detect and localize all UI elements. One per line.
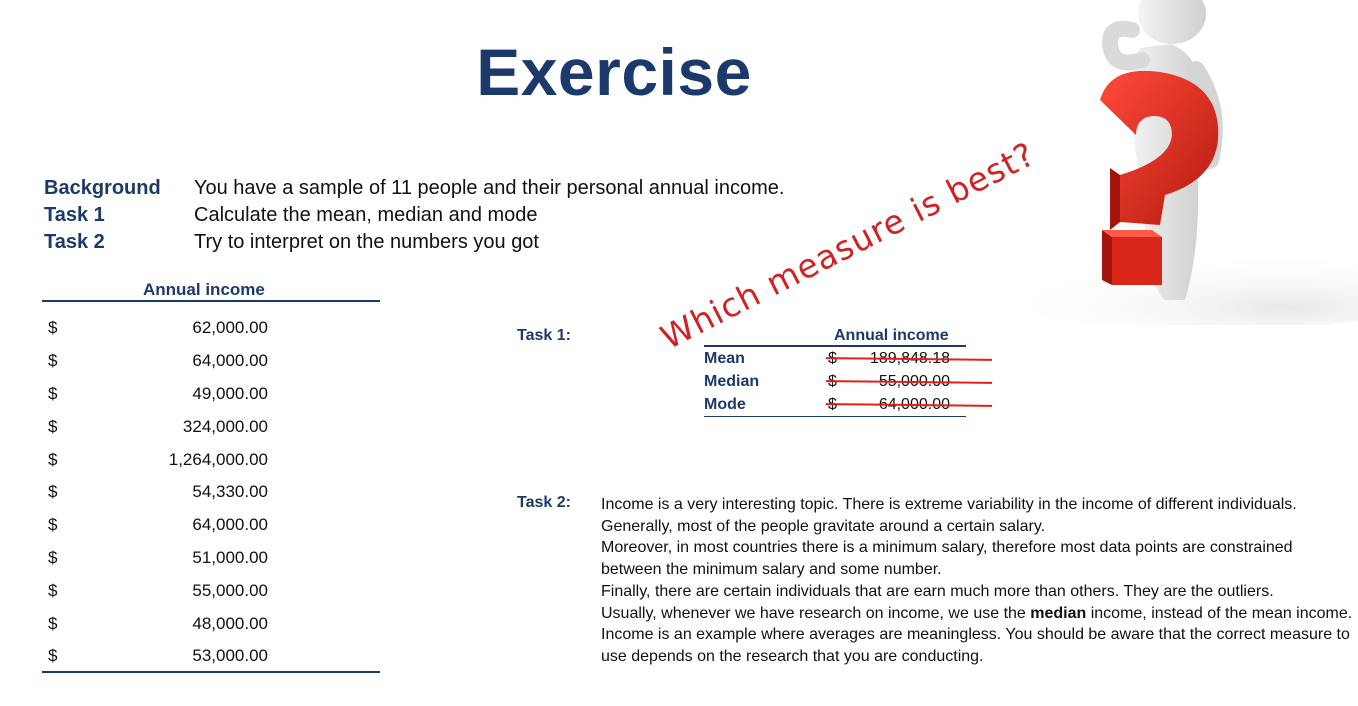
currency-symbol: $ (48, 515, 58, 535)
intro-label: Background (44, 177, 161, 199)
currency-symbol: $ (48, 613, 58, 633)
table-row: $64,000.00 (42, 345, 380, 378)
currency-symbol: $ (48, 547, 58, 567)
income-value: 54,330.00 (192, 482, 268, 502)
table-row: $62,000.00 (42, 312, 380, 345)
stat-name: Mean (704, 349, 745, 367)
income-value: 55,000.00 (192, 580, 268, 600)
table-row: $55,000.00 (42, 574, 380, 607)
currency-symbol: $ (48, 383, 58, 403)
income-value: 62,000.00 (192, 318, 268, 338)
income-value: 53,000.00 (192, 646, 268, 666)
table-row: $53,000.00 (42, 640, 380, 673)
stats-table-bottom-rule (704, 416, 966, 417)
income-value: 64,000.00 (192, 515, 268, 535)
income-table-header: Annual income (42, 280, 380, 302)
income-value: 1,264,000.00 (168, 449, 268, 469)
table-row: $1,264,000.00 (42, 443, 380, 476)
table-row: $64,000.00 (42, 509, 380, 542)
stats-rows: Mean $189,848.18 Median $55,000.00 Mode $64,0… (704, 347, 993, 416)
income-rows: $62,000.00 $64,000.00 $49,000.00 $324,000.0… (42, 312, 380, 673)
task2-paragraph: Generally, most of the people gravitate … (601, 517, 1046, 535)
intro-label: Task 1 (44, 204, 105, 226)
stat-name: Median (704, 372, 760, 390)
currency-symbol: $ (48, 646, 58, 666)
task2-text-span: Usually, whenever we have research on in… (601, 604, 1031, 622)
intro-row-task1: Task 1 Calculate the mean, median and mo… (44, 202, 784, 229)
currency-symbol: $ (48, 318, 58, 338)
task2-paragraph: Income is an example where averages are … (601, 626, 1350, 665)
intro-block: Background You have a sample of 11 peopl… (44, 175, 784, 256)
intro-text: You have a sample of 11 people and their… (194, 177, 785, 199)
intro-row-task2: Task 2 Try to interpret on the numbers y… (44, 229, 784, 256)
table-row: $49,000.00 (42, 378, 380, 411)
stats-row: Mean $189,848.18 (704, 347, 993, 370)
task2-label: Task 2: (517, 494, 571, 511)
task2-paragraph: Moreover, in most countries there is a m… (601, 539, 1293, 579)
table-row: $51,000.00 (42, 542, 380, 575)
income-value: 51,000.00 (192, 547, 268, 567)
table-row: $324,000.00 (42, 410, 380, 443)
stats-table-header: Annual income (704, 327, 966, 347)
task1-label: Task 1: (517, 327, 571, 344)
currency-symbol: $ (48, 580, 58, 600)
intro-row-background: Background You have a sample of 11 peopl… (44, 175, 784, 202)
task2-paragraph: Usually, whenever we have research on in… (601, 603, 1353, 625)
table-row: $48,000.00 (42, 607, 380, 640)
currency-symbol: $ (48, 482, 58, 502)
income-header-label: Annual income (143, 280, 265, 299)
task2-text: Income is a very interesting topic. Ther… (601, 494, 1353, 668)
stats-row: Mode $64,000.00 (704, 393, 993, 416)
task2-paragraph: Finally, there are certain individuals t… (601, 582, 1274, 600)
currency-symbol: $ (48, 416, 58, 436)
income-value: 324,000.00 (182, 416, 268, 436)
income-value: 49,000.00 (192, 383, 268, 403)
income-table: Annual income $62,000.00 $64,000.00 $49,00… (42, 280, 380, 673)
intro-label: Task 2 (44, 231, 105, 253)
stats-header-label: Annual income (834, 327, 949, 344)
thinking-figure-question-mark-icon (960, 0, 1358, 330)
stat-name: Mode (704, 395, 746, 413)
task2-paragraph: Income is a very interesting topic. Ther… (601, 496, 1297, 513)
table-row: $54,330.00 (42, 476, 380, 509)
stats-row: Median $55,000.00 (704, 370, 993, 393)
currency-symbol: $ (48, 449, 58, 469)
intro-text: Try to interpret on the numbers you got (194, 231, 539, 253)
currency-symbol: $ (48, 351, 58, 371)
income-value: 64,000.00 (192, 351, 268, 371)
income-value: 48,000.00 (192, 613, 268, 633)
intro-text: Calculate the mean, median and mode (194, 204, 538, 226)
stats-table: Annual income Mean $189,848.18 Median $55,0… (704, 327, 993, 417)
task2-text-span: income, instead of the mean income. (1086, 604, 1353, 622)
task2-bold-median: median (1030, 604, 1087, 622)
